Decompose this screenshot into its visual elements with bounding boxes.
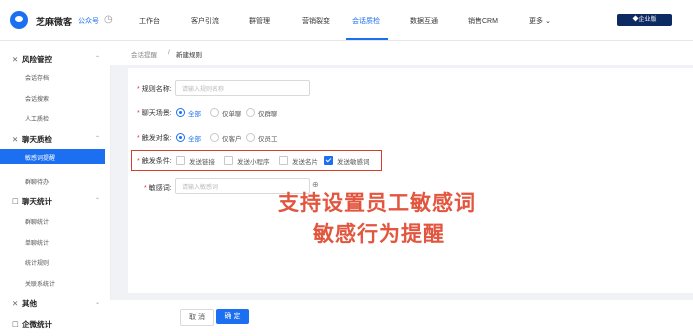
trigger-label: * 触发条件: <box>137 158 172 165</box>
annotation-line-2: 敏感行为提醒 <box>313 223 445 246</box>
sensitive-word-label: * 敏感词: <box>144 185 172 192</box>
enterprise-badge[interactable]: ◆企业版 <box>617 14 672 26</box>
sidebar-item-group-todo[interactable]: 群聊待办 <box>25 177 49 186</box>
sidebar-group-risk-control[interactable]: ✕ 风险管控 <box>12 54 52 65</box>
target-option-all[interactable]: 全部 <box>188 133 201 143</box>
target-radio-all[interactable] <box>176 133 185 142</box>
top-bar: 芝麻微客 公众号 ◷ 工作台 客户引流 群管理 营销裂变 会话质检 数据互通 销… <box>0 0 693 41</box>
app-logo-icon <box>10 11 28 29</box>
target-option-employee[interactable]: 仅员工 <box>258 133 278 143</box>
sidebar-item-sensitive-word-alert[interactable]: 敏感词提醒 <box>0 149 105 164</box>
tab-data-interop[interactable]: 数据互通 <box>410 16 438 26</box>
tab-customer-acquisition[interactable]: 客户引流 <box>191 16 219 26</box>
sidebar-item-session-search[interactable]: 会话搜索 <box>25 94 49 103</box>
chevron-up-icon[interactable]: ⌃ <box>95 197 100 204</box>
sidebar-item-single-chat-stats[interactable]: 单聊统计 <box>25 238 49 247</box>
scene-radio-group[interactable] <box>246 108 255 117</box>
trigger-option-link[interactable]: 发送链接 <box>189 156 215 166</box>
breadcrumb-current: 新建规则 <box>176 52 202 59</box>
rule-name-input[interactable]: 请输入规则名称 <box>175 80 310 96</box>
chat-inspection-icon: ✕ <box>12 135 19 144</box>
chevron-up-icon[interactable]: ⌃ <box>95 55 100 62</box>
wecom-stats-icon: ☐ <box>12 320 19 329</box>
annotation-line-1: 支持设置员工敏感词 <box>278 192 476 215</box>
breadcrumb: 会话提醒 / 新建规则 <box>110 41 693 65</box>
sidebar-group-chat-statistics[interactable]: ☐ 聊天统计 <box>12 196 52 207</box>
confirm-button[interactable]: 确 定 <box>216 309 249 324</box>
trigger-option-sensitive-word[interactable]: 发送敏感词 <box>337 156 370 166</box>
trigger-option-card[interactable]: 发送名片 <box>292 156 318 166</box>
trigger-checkbox-sensitive-word[interactable] <box>324 156 333 165</box>
target-radio-employee[interactable] <box>246 133 255 142</box>
sidebar-group-other[interactable]: ✕ 其他 <box>12 298 37 309</box>
scene-option-single[interactable]: 仅单聊 <box>222 108 242 118</box>
tab-sales-crm[interactable]: 销售CRM <box>468 16 498 26</box>
scene-option-all[interactable]: 全部 <box>188 108 201 118</box>
target-option-customer[interactable]: 仅客户 <box>222 133 242 143</box>
sidebar-group-wecom-stats[interactable]: ☐ 企微统计 <box>12 319 52 330</box>
risk-icon: ✕ <box>12 55 19 64</box>
tab-workbench[interactable]: 工作台 <box>139 16 160 26</box>
trigger-checkbox-link[interactable] <box>176 156 185 165</box>
chevron-down-icon[interactable]: ⌄ <box>95 299 100 306</box>
sidebar-item-manual-inspection[interactable]: 人工质检 <box>25 114 49 123</box>
sidebar-group-chat-inspection[interactable]: ✕ 聊天质检 <box>12 134 52 145</box>
sidebar-item-group-chat-stats[interactable]: 群聊统计 <box>25 217 49 226</box>
scene-label: * 聊天场景: <box>137 110 172 117</box>
other-icon: ✕ <box>12 299 19 308</box>
breadcrumb-separator: / <box>168 49 170 56</box>
sidebar-item-relation-stats[interactable]: 关联系统计 <box>25 279 55 288</box>
rule-name-label: * 规则名称: <box>137 86 172 93</box>
form-footer: 取 消 确 定 <box>110 300 693 336</box>
sidebar-item-stats-rules[interactable]: 统计规则 <box>25 258 49 267</box>
active-tab-indicator <box>346 38 388 40</box>
chevron-up-icon[interactable]: ⌃ <box>95 135 100 142</box>
account-switch[interactable]: 公众号 <box>78 16 99 26</box>
statistics-icon: ☐ <box>12 197 19 206</box>
target-radio-customer[interactable] <box>210 133 219 142</box>
trigger-option-miniprogram[interactable]: 发送小程序 <box>237 156 270 166</box>
scene-radio-single[interactable] <box>210 108 219 117</box>
tab-group-management[interactable]: 群管理 <box>249 16 270 26</box>
cancel-button[interactable]: 取 消 <box>180 309 214 326</box>
target-label: * 触发对象: <box>137 135 172 142</box>
tab-session-inspection[interactable]: 会话质检 <box>352 16 380 26</box>
scene-option-group[interactable]: 仅群聊 <box>258 108 278 118</box>
trigger-checkbox-card[interactable] <box>279 156 288 165</box>
brand-name: 芝麻微客 <box>36 17 73 27</box>
scene-radio-all[interactable] <box>176 108 185 117</box>
breadcrumb-parent[interactable]: 会话提醒 <box>131 49 157 59</box>
tab-marketing-fission[interactable]: 营销裂变 <box>302 16 330 26</box>
sidebar: ✕ 风险管控 ⌃ 会话存档 会话搜索 人工质检 ✕ 聊天质检 ⌃ 敏感词提醒 群聊待… <box>0 41 111 336</box>
clock-icon[interactable]: ◷ <box>104 14 113 25</box>
trigger-checkbox-miniprogram[interactable] <box>224 156 233 165</box>
tab-more[interactable]: 更多 ⌄ <box>529 16 551 26</box>
sidebar-item-session-archive[interactable]: 会话存档 <box>25 73 49 82</box>
